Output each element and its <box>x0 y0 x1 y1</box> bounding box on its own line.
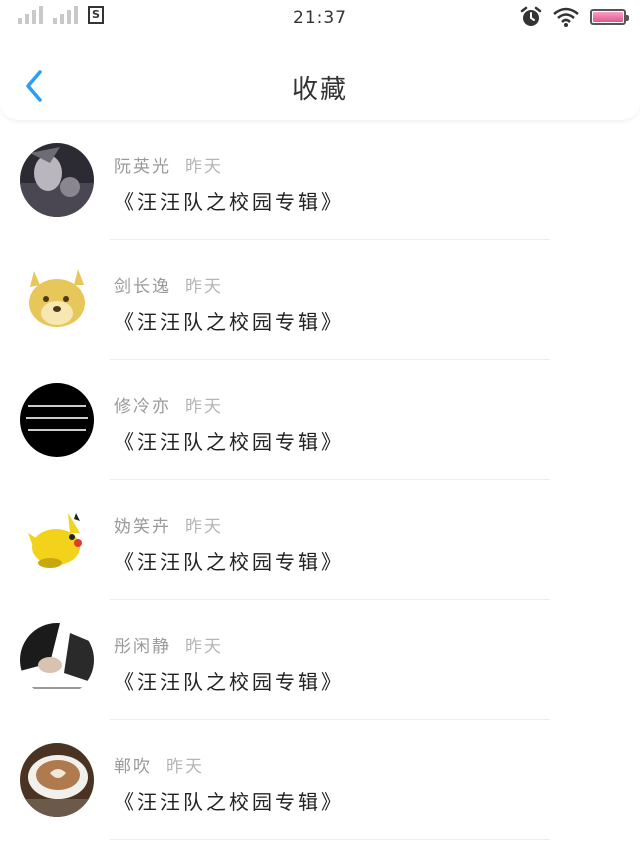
list-item[interactable]: 阮英光 昨天 《汪汪队之校园专辑》 <box>0 120 640 240</box>
nav-header: 收藏 <box>0 36 640 120</box>
alarm-icon <box>520 6 542 26</box>
avatar[interactable] <box>20 743 94 817</box>
list-item[interactable]: 剑长逸 昨天 《汪汪队之校园专辑》 <box>0 240 640 360</box>
page-title: 收藏 <box>291 75 348 105</box>
album-title: 《汪汪队之校园专辑》 <box>114 430 344 454</box>
avatar[interactable] <box>20 143 94 217</box>
album-title: 《汪汪队之校园专辑》 <box>114 550 344 574</box>
divider <box>110 839 550 840</box>
timestamp: 昨天 <box>185 517 223 537</box>
avatar[interactable] <box>20 383 94 457</box>
timestamp: 昨天 <box>185 397 223 417</box>
list-item[interactable]: 修冷亦 昨天 《汪汪队之校园专辑》 <box>0 360 640 480</box>
user-name: 剑长逸 <box>114 277 171 297</box>
list-item[interactable]: 郸吹 昨天 《汪汪队之校园专辑》 <box>0 720 640 840</box>
list-item[interactable]: 彤闲静 昨天 《汪汪队之校园专辑》 <box>0 600 640 720</box>
status-bar: S 21:37 <box>0 0 640 36</box>
list-item[interactable]: 妫笑卉 昨天 《汪汪队之校园专辑》 <box>0 480 640 600</box>
timestamp: 昨天 <box>185 637 223 657</box>
user-name: 郸吹 <box>114 757 152 777</box>
timestamp: 昨天 <box>185 157 223 177</box>
status-right <box>520 6 629 28</box>
album-title: 《汪汪队之校园专辑》 <box>114 310 344 334</box>
timestamp: 昨天 <box>166 757 204 777</box>
avatar[interactable] <box>20 503 94 577</box>
battery-icon <box>590 9 629 25</box>
favorites-list: 阮英光 昨天 《汪汪队之校园专辑》 剑长逸 昨天 《汪汪队之校园专辑》 修冷亦 … <box>0 120 640 840</box>
avatar[interactable] <box>20 623 94 697</box>
timestamp: 昨天 <box>185 277 223 297</box>
avatar[interactable] <box>20 263 94 337</box>
album-title: 《汪汪队之校园专辑》 <box>114 670 344 694</box>
user-name: 阮英光 <box>114 157 171 177</box>
user-name: 妫笑卉 <box>114 517 171 537</box>
album-title: 《汪汪队之校园专辑》 <box>114 190 344 214</box>
wifi-icon <box>553 7 579 27</box>
album-title: 《汪汪队之校园专辑》 <box>114 790 344 814</box>
user-name: 修冷亦 <box>114 397 171 417</box>
user-name: 彤闲静 <box>114 637 171 657</box>
